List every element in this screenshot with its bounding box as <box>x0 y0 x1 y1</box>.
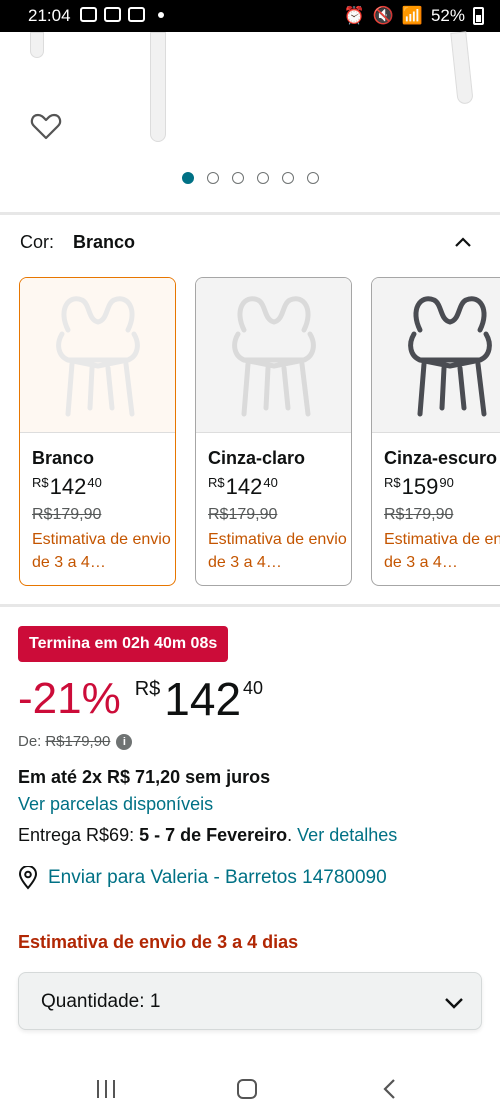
gallery-dot[interactable] <box>307 172 319 184</box>
chevron-down-icon <box>445 998 463 1009</box>
delivery-details-link[interactable]: Ver detalhes <box>297 825 397 845</box>
delivery-separator: . <box>287 825 298 845</box>
chevron-up-icon[interactable] <box>454 234 472 252</box>
location-pin-icon <box>18 866 38 890</box>
color-variant-card[interactable]: Cinza-escuro R$15990 R$179,90 Estimativa… <box>371 277 500 586</box>
color-variant-card[interactable]: Cinza-claro R$14240 R$179,90 Estimativa … <box>195 277 352 586</box>
status-bar: 21:04 ⏰ 🔇 📶 52% <box>0 0 500 32</box>
chair-leg-image <box>150 32 166 142</box>
variant-name: Cinza-claro <box>208 448 306 468</box>
gallery-dot[interactable] <box>182 172 194 184</box>
installments-link[interactable]: Ver parcelas disponíveis <box>18 794 213 815</box>
color-selector-header[interactable]: Cor: Branco <box>20 232 480 253</box>
back-button[interactable] <box>380 1077 400 1101</box>
heart-icon[interactable] <box>30 110 62 142</box>
delivery-dates: 5 - 7 de Fevereiro <box>139 825 288 845</box>
color-variant-card[interactable]: Branco R$14240 R$179,90 Estimativa de en… <box>19 277 176 586</box>
variant-shipping-estimate: Estimativa de envio de 3 a 4… <box>384 531 500 571</box>
price-block: -21% R$ 142 40 <box>18 672 263 726</box>
quantity-value: 1 <box>149 991 161 1012</box>
price-integer: 142 <box>164 673 242 725</box>
missed-call-icon <box>104 7 121 22</box>
battery-icon <box>473 7 484 25</box>
ship-to-address[interactable]: Enviar para Valeria - Barretos 14780090 <box>48 867 387 889</box>
variant-list-price: R$179,90 <box>32 506 102 523</box>
system-icons: ⏰ 🔇 📶 52% <box>343 6 484 26</box>
gallery-dot[interactable] <box>282 172 294 184</box>
variant-image <box>20 278 175 433</box>
gallery-pagination[interactable] <box>182 172 319 184</box>
color-selected-value: Branco <box>73 232 136 252</box>
variant-shipping-estimate: Estimativa de envio de 3 a 4… <box>208 531 347 571</box>
battery-percent: 52% <box>430 6 465 25</box>
delivery-info: Entrega R$69: 5 - 7 de Fevereiro. Ver de… <box>18 825 397 846</box>
quantity-label: Quantidade: 1 <box>41 991 161 1012</box>
color-variants-carousel[interactable]: Branco R$14240 R$179,90 Estimativa de en… <box>19 277 500 587</box>
variant-shipping-estimate: Estimativa de envio de 3 a 4… <box>32 531 171 571</box>
app-notification-icon <box>80 7 97 22</box>
info-icon[interactable]: i <box>116 733 133 750</box>
recent-apps-button[interactable] <box>97 1080 115 1098</box>
variant-image <box>196 278 351 433</box>
wifi-icon: 📶 <box>401 6 423 25</box>
notification-icons <box>80 7 164 22</box>
chair-image <box>56 296 140 417</box>
quantity-dropdown[interactable]: Quantidade: 1 <box>18 972 482 1030</box>
variant-name: Branco <box>32 448 95 468</box>
mute-icon: 🔇 <box>372 6 394 25</box>
status-time: 21:04 <box>28 6 71 25</box>
chair-leg-image <box>30 32 44 58</box>
more-notifications-icon <box>158 11 164 18</box>
list-price: R$179,90 <box>45 733 111 750</box>
chair-image <box>408 296 492 417</box>
ship-to-row[interactable]: Enviar para Valeria - Barretos 14780090 <box>18 866 387 890</box>
price-currency: R$ <box>134 678 161 700</box>
variant-image <box>372 278 500 433</box>
list-price-row: De: R$179,90 i <box>18 733 133 750</box>
installments-text: Em até 2x R$ 71,20 sem juros <box>18 767 271 787</box>
chair-image <box>232 296 316 417</box>
alarm-icon: ⏰ <box>343 6 365 25</box>
home-button[interactable] <box>237 1079 257 1099</box>
variant-list-price: R$179,90 <box>384 506 454 523</box>
discount-percent: -21% <box>18 674 121 723</box>
delivery-prefix: Entrega R$69: <box>18 825 140 845</box>
gallery-icon <box>128 7 145 22</box>
variant-name: Cinza-escuro <box>384 448 498 468</box>
variant-price: R$15990 <box>384 474 454 499</box>
section-divider <box>0 604 500 607</box>
chair-leg-image <box>450 31 474 105</box>
list-price-label: De: <box>18 733 42 750</box>
color-label: Cor: <box>20 232 55 252</box>
variant-list-price: R$179,90 <box>208 506 278 523</box>
product-image-gallery[interactable] <box>0 31 500 212</box>
deal-timer-badge: Termina em 02h 40m 08s <box>18 626 229 662</box>
variant-price: R$14240 <box>208 474 278 499</box>
gallery-dot[interactable] <box>207 172 219 184</box>
variant-price: R$14240 <box>32 474 102 499</box>
price-cents: 40 <box>243 678 264 698</box>
gallery-dot[interactable] <box>257 172 269 184</box>
shipping-estimate: Estimativa de envio de 3 a 4 dias <box>18 932 299 952</box>
section-divider <box>0 212 500 215</box>
system-navigation-bar <box>0 1063 500 1115</box>
gallery-dot[interactable] <box>232 172 244 184</box>
